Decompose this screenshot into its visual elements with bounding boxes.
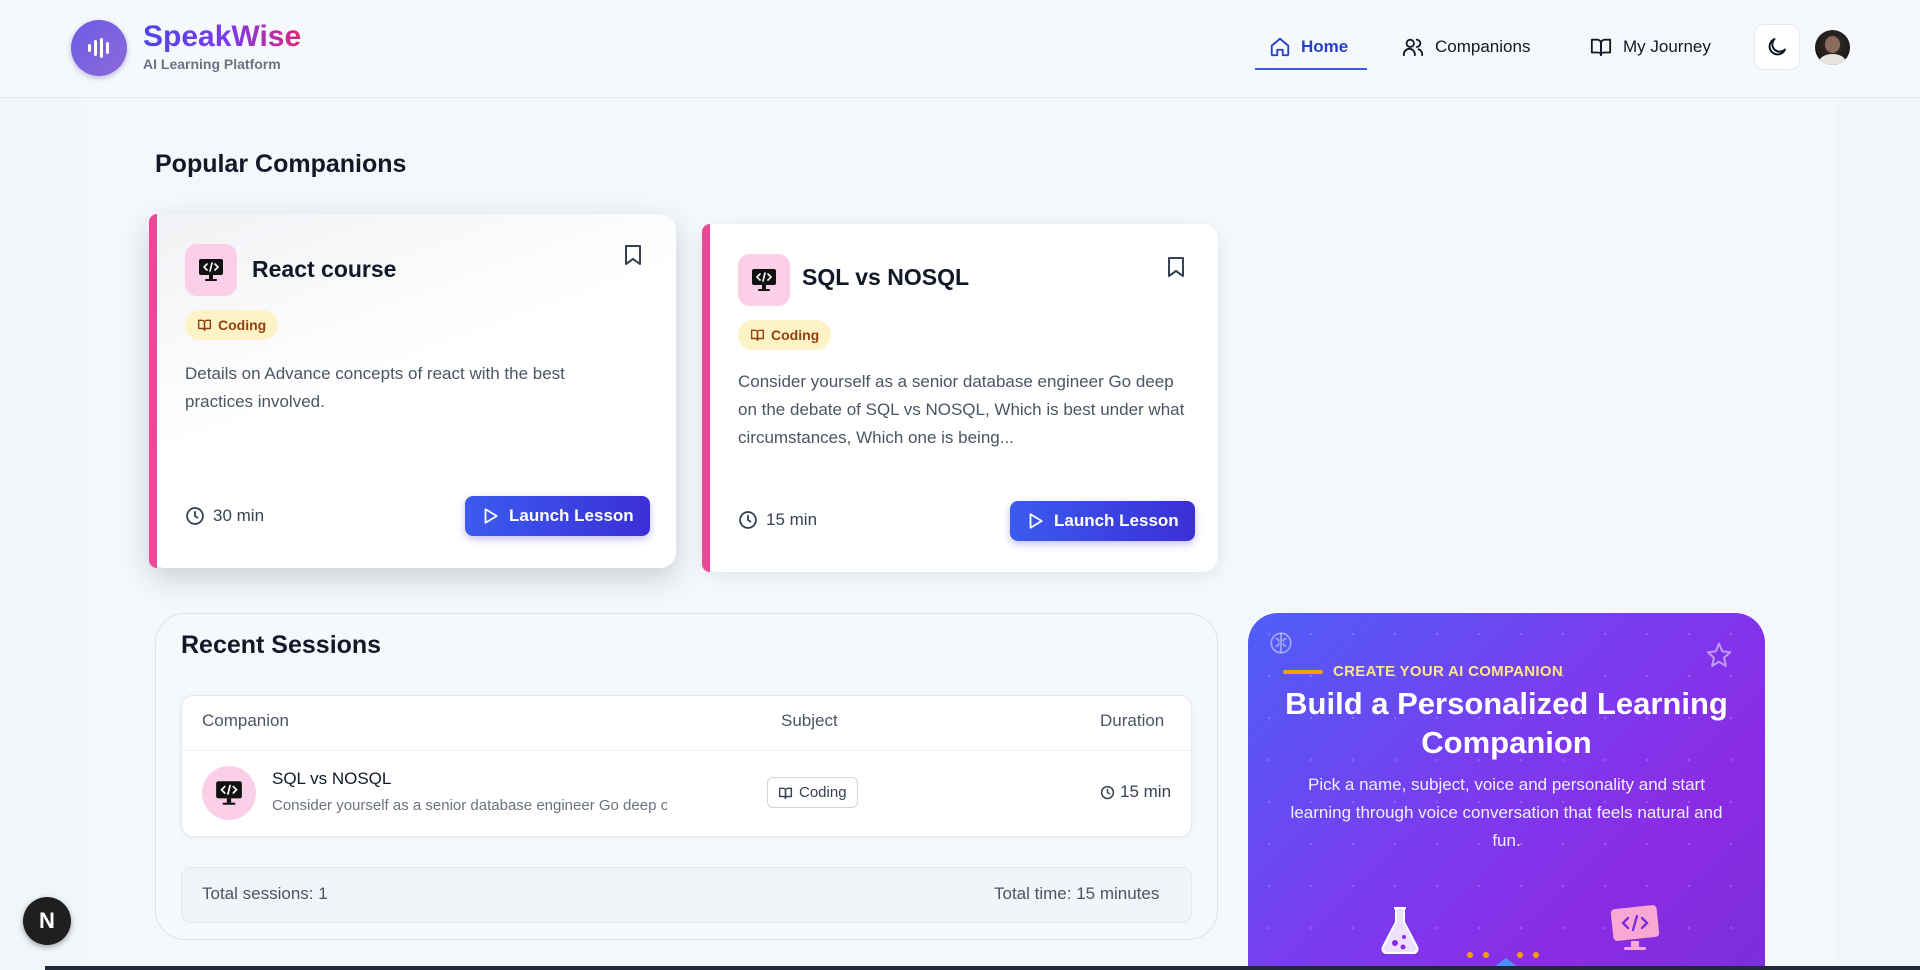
- cta-title: Build a Personalized Learning Companion: [1285, 686, 1728, 760]
- play-icon: [484, 508, 498, 524]
- book-open-icon: [750, 329, 765, 341]
- cta-description: Pick a name, subject, voice and personal…: [1290, 775, 1723, 850]
- table-divider: [182, 750, 1191, 751]
- code-monitor-icon: [1610, 905, 1660, 950]
- companion-name: SQL vs NOSQL: [802, 264, 970, 290]
- session-duration: 15 min: [1100, 782, 1171, 802]
- sessions-table: [181, 695, 1192, 837]
- subject-chip-label: Coding: [771, 327, 820, 343]
- book-open-icon: [197, 319, 212, 331]
- code-monitor-icon: [216, 781, 242, 805]
- duration-label: 15 min: [766, 510, 818, 529]
- column-header-companion: Companion: [202, 711, 289, 730]
- total-sessions: Total sessions: 1: [202, 884, 328, 903]
- subject-chip: Coding: [185, 310, 279, 340]
- session-duration-label: 15 min: [1120, 782, 1172, 801]
- nav-my-journey[interactable]: My Journey: [1589, 32, 1711, 62]
- column-header-duration: Duration: [1100, 711, 1165, 730]
- nav-home[interactable]: Home: [1269, 32, 1348, 62]
- clock-icon: [1100, 785, 1115, 799]
- moon-icon: [1768, 38, 1786, 56]
- session-companion-name[interactable]: SQL vs NOSQL: [272, 769, 391, 789]
- book-open-icon: [1590, 38, 1612, 57]
- play-icon: [1029, 513, 1043, 529]
- companion-icon: [738, 254, 790, 306]
- brain-icon: [1270, 632, 1292, 654]
- launch-lesson-label: Launch Lesson: [1054, 511, 1179, 530]
- companion-card[interactable]: React course Coding Details on Advance c…: [149, 214, 676, 568]
- companion-duration: 15 min: [738, 510, 817, 530]
- bookmark-icon[interactable]: [624, 244, 642, 266]
- theme-toggle-button[interactable]: [1754, 24, 1800, 70]
- launch-lesson-button[interactable]: Launch Lesson: [1010, 501, 1195, 541]
- bookmark-icon[interactable]: [1167, 256, 1185, 278]
- column-header-subject: Subject: [781, 711, 838, 730]
- bottom-edge-bar: [45, 966, 1920, 970]
- dev-tools-badge[interactable]: N: [23, 897, 71, 945]
- users-icon: [1402, 38, 1424, 57]
- popular-companions-title: Popular Companions: [155, 150, 407, 178]
- companion-icon: [185, 244, 237, 296]
- session-subject-chip: Coding: [767, 777, 858, 808]
- session-subject-label: Coding: [799, 784, 847, 801]
- flask-icon: [1381, 907, 1419, 954]
- total-time: Total time: 15 minutes: [994, 884, 1160, 903]
- companion-duration: 30 min: [185, 506, 264, 526]
- clock-icon: [739, 511, 757, 529]
- companion-name: React course: [252, 256, 397, 282]
- brand-name[interactable]: SpeakWise: [143, 20, 301, 54]
- code-monitor-icon: [752, 269, 776, 291]
- launch-lesson-button[interactable]: Launch Lesson: [465, 496, 650, 536]
- code-monitor-icon: [199, 259, 223, 281]
- companion-card[interactable]: SQL vs NOSQL Coding Consider yourself as…: [702, 224, 1218, 572]
- recent-sessions-title: Recent Sessions: [181, 631, 382, 659]
- user-avatar[interactable]: [1815, 30, 1850, 65]
- clock-icon: [186, 507, 204, 525]
- nav-companions[interactable]: Companions: [1401, 32, 1530, 62]
- audio-wave-icon: [88, 38, 109, 58]
- nav-my-journey-label: My Journey: [1623, 37, 1711, 56]
- nav-home-label: Home: [1301, 37, 1349, 56]
- nav-companions-label: Companions: [1435, 37, 1531, 56]
- logo-badge[interactable]: [71, 20, 127, 76]
- subject-chip: Coding: [738, 320, 832, 350]
- duration-label: 30 min: [213, 506, 265, 525]
- session-companion-icon: [202, 766, 256, 820]
- book-open-icon: [778, 787, 793, 799]
- companion-description: Consider yourself as a senior database e…: [738, 372, 1185, 447]
- brand-tagline: AI Learning Platform: [143, 56, 281, 72]
- card-accent: [149, 214, 157, 568]
- companion-description: Details on Advance concepts of react wit…: [185, 364, 565, 411]
- session-companion-description: Consider yourself as a senior database e…: [272, 797, 667, 814]
- nav-active-indicator: [1255, 68, 1367, 70]
- subject-chip-label: Coding: [218, 317, 267, 333]
- sparkle-star-icon: [1706, 642, 1732, 667]
- card-accent: [702, 224, 710, 572]
- header: SpeakWise AI Learning Platform Home Comp…: [0, 0, 1920, 98]
- launch-lesson-label: Launch Lesson: [509, 506, 634, 525]
- home-icon: [1270, 37, 1290, 57]
- cta-eyebrow: CREATE YOUR AI COMPANION: [1333, 663, 1563, 680]
- cta-eyebrow-line: [1283, 670, 1323, 674]
